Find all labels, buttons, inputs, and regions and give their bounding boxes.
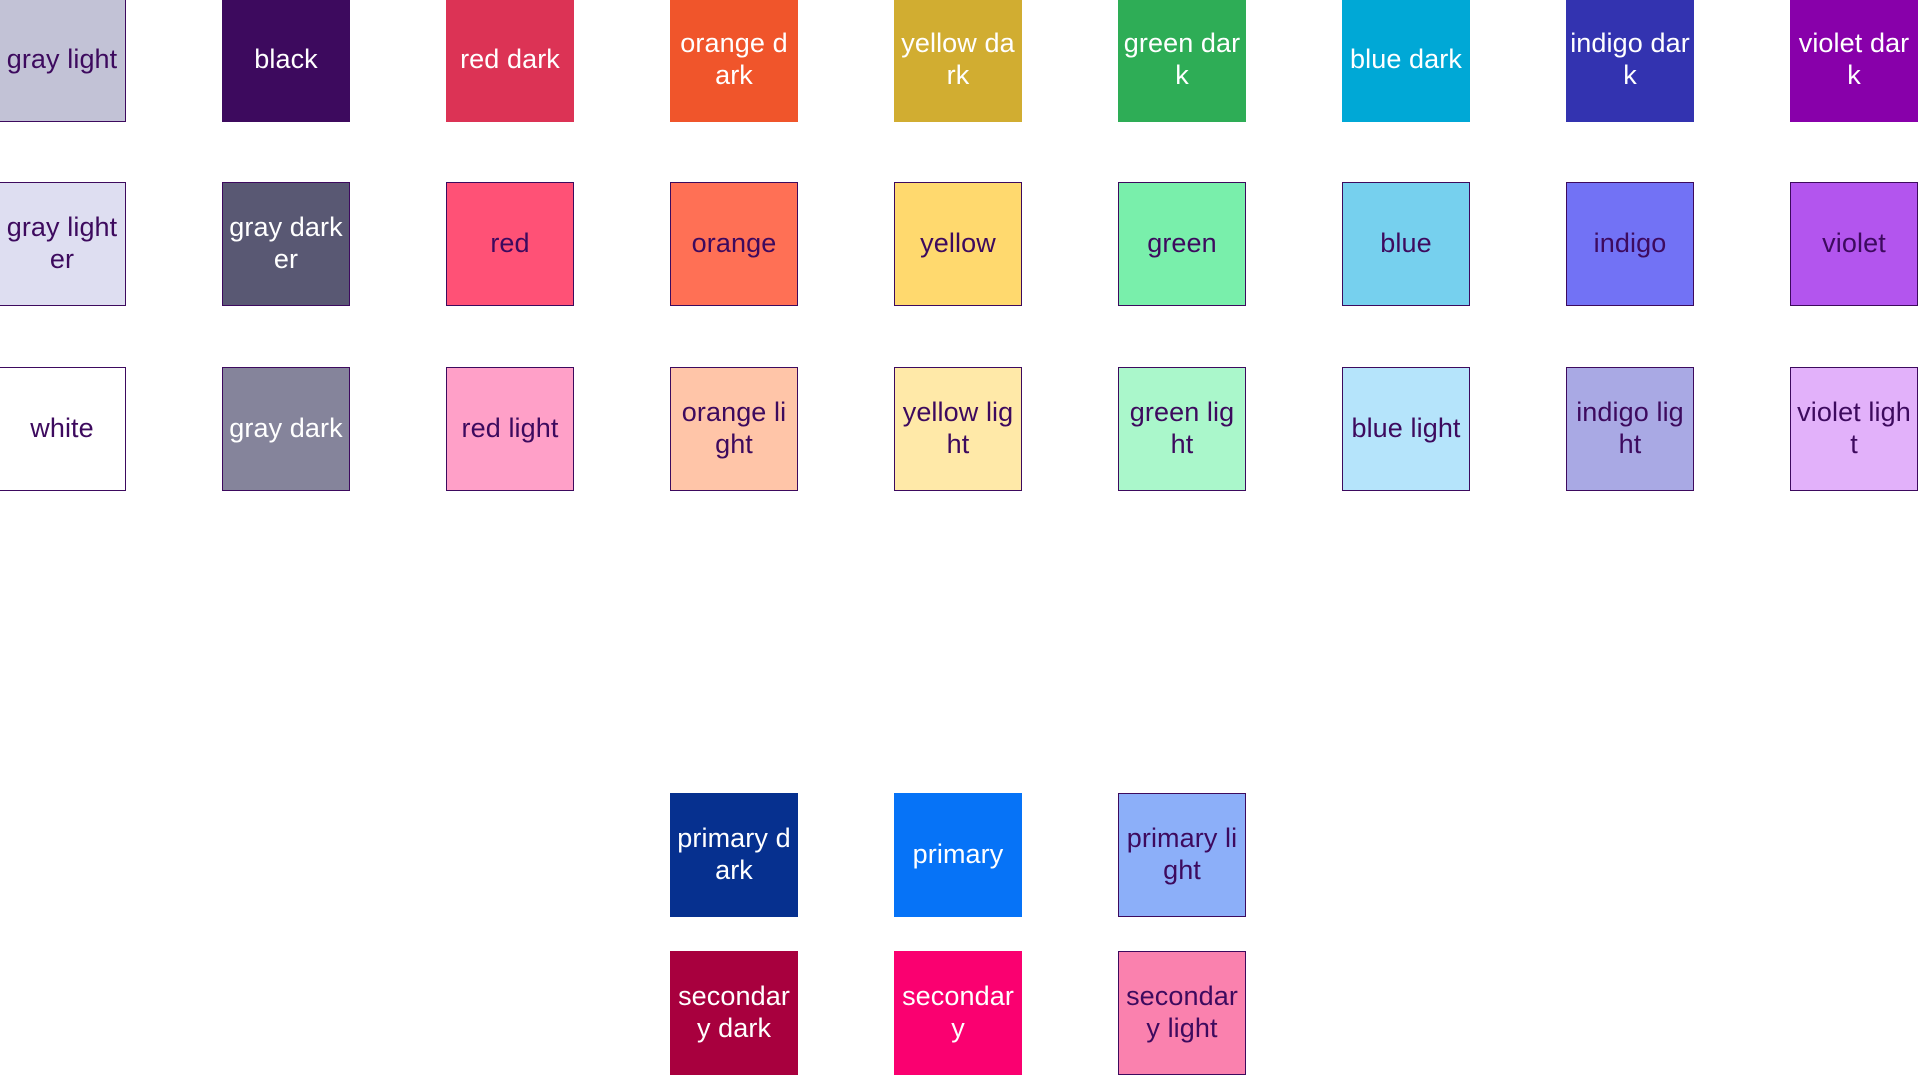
swatch-label: yellow: [920, 228, 996, 259]
swatch-label: yellow light: [902, 397, 1014, 459]
swatch-orange-light[interactable]: orange light: [670, 367, 798, 491]
swatch-primary[interactable]: primary: [894, 793, 1022, 917]
swatch-label: secondary dark: [678, 981, 790, 1043]
swatch-label: secondary: [902, 981, 1014, 1043]
swatch-label: primary light: [1126, 823, 1238, 885]
swatch-label: green light: [1129, 397, 1235, 459]
swatch-label: primary dark: [677, 823, 791, 885]
swatch-label: orange light: [681, 397, 787, 459]
swatch-violet[interactable]: violet: [1790, 182, 1918, 306]
swatch-yellow-light[interactable]: yellow light: [894, 367, 1022, 491]
swatch-label: blue: [1380, 228, 1432, 259]
swatch-label: gray light: [6, 44, 118, 75]
swatch-blue-dark[interactable]: blue dark: [1342, 0, 1470, 122]
swatch-blue-light[interactable]: blue light: [1342, 367, 1470, 491]
color-palette-board: gray light black red dark orange dark yellow…: [0, 0, 1920, 1080]
swatch-label: yellow dark: [901, 28, 1015, 90]
swatch-label: indigo: [1593, 228, 1667, 259]
swatch-gray-light[interactable]: gray light: [0, 0, 126, 122]
swatch-yellow[interactable]: yellow: [894, 182, 1022, 306]
swatch-violet-light[interactable]: violet light: [1790, 367, 1918, 491]
swatch-secondary[interactable]: secondary: [894, 951, 1022, 1075]
swatch-label: primary: [912, 839, 1004, 870]
swatch-label: orange dark: [680, 28, 788, 90]
swatch-label: red light: [461, 413, 559, 444]
swatch-indigo-dark[interactable]: indigo dark: [1566, 0, 1694, 122]
swatch-label: violet dark: [1798, 28, 1910, 90]
swatch-green[interactable]: green: [1118, 182, 1246, 306]
swatch-label: gray dark: [229, 413, 343, 444]
swatch-label: white: [30, 413, 94, 444]
swatch-indigo-light[interactable]: indigo light: [1566, 367, 1694, 491]
swatch-violet-dark[interactable]: violet dark: [1790, 0, 1918, 122]
swatch-secondary-dark[interactable]: secondary dark: [670, 951, 798, 1075]
swatch-label: indigo dark: [1570, 28, 1690, 90]
swatch-label: blue dark: [1350, 44, 1462, 75]
swatch-red-light[interactable]: red light: [446, 367, 574, 491]
swatch-label: gray lighter: [6, 212, 118, 274]
swatch-primary-dark[interactable]: primary dark: [670, 793, 798, 917]
swatch-label: secondary light: [1126, 981, 1238, 1043]
swatch-red-dark[interactable]: red dark: [446, 0, 574, 122]
swatch-label: violet: [1822, 228, 1886, 259]
swatch-label: green dark: [1123, 28, 1241, 90]
swatch-label: indigo light: [1576, 397, 1684, 459]
swatch-label: blue light: [1351, 413, 1461, 444]
swatch-label: black: [254, 44, 318, 75]
swatch-green-light[interactable]: green light: [1118, 367, 1246, 491]
swatch-gray-dark[interactable]: gray dark: [222, 367, 350, 491]
swatch-green-dark[interactable]: green dark: [1118, 0, 1246, 122]
swatch-primary-light[interactable]: primary light: [1118, 793, 1246, 917]
swatch-gray-lighter[interactable]: gray lighter: [0, 182, 126, 306]
swatch-white[interactable]: white: [0, 367, 126, 491]
swatch-yellow-dark[interactable]: yellow dark: [894, 0, 1022, 122]
swatch-label: red dark: [460, 44, 560, 75]
swatch-blue[interactable]: blue: [1342, 182, 1470, 306]
swatch-secondary-light[interactable]: secondary light: [1118, 951, 1246, 1075]
swatch-label: violet light: [1797, 397, 1911, 459]
swatch-black[interactable]: black: [222, 0, 350, 122]
swatch-label: gray darker: [229, 212, 343, 274]
swatch-indigo[interactable]: indigo: [1566, 182, 1694, 306]
swatch-gray-darker[interactable]: gray darker: [222, 182, 350, 306]
swatch-orange-dark[interactable]: orange dark: [670, 0, 798, 122]
swatch-label: orange: [691, 228, 777, 259]
swatch-label: green: [1147, 228, 1217, 259]
swatch-orange[interactable]: orange: [670, 182, 798, 306]
swatch-red[interactable]: red: [446, 182, 574, 306]
swatch-label: red: [490, 228, 530, 259]
